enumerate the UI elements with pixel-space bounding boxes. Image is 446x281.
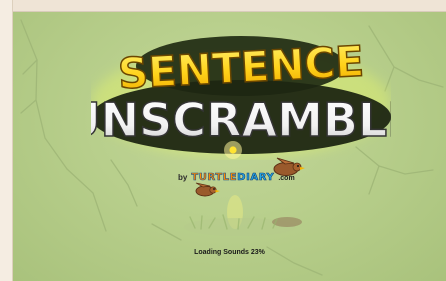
browser-top-strip — [0, 0, 446, 12]
grass-patch — [184, 214, 302, 236]
brown-bird-icon — [273, 157, 305, 176]
game-canvas[interactable]: SENTENCE UNSCRAMBLE by TURTLEDIARY .com — [13, 12, 446, 281]
firefly-icon — [224, 141, 242, 159]
byline-by: by — [178, 173, 188, 182]
loading-status: Loading Sounds 23% — [194, 249, 265, 256]
game-page: SENTENCE UNSCRAMBLE by TURTLEDIARY .com — [0, 0, 446, 281]
brown-bird-icon — [195, 182, 220, 197]
browser-left-strip — [0, 0, 13, 281]
